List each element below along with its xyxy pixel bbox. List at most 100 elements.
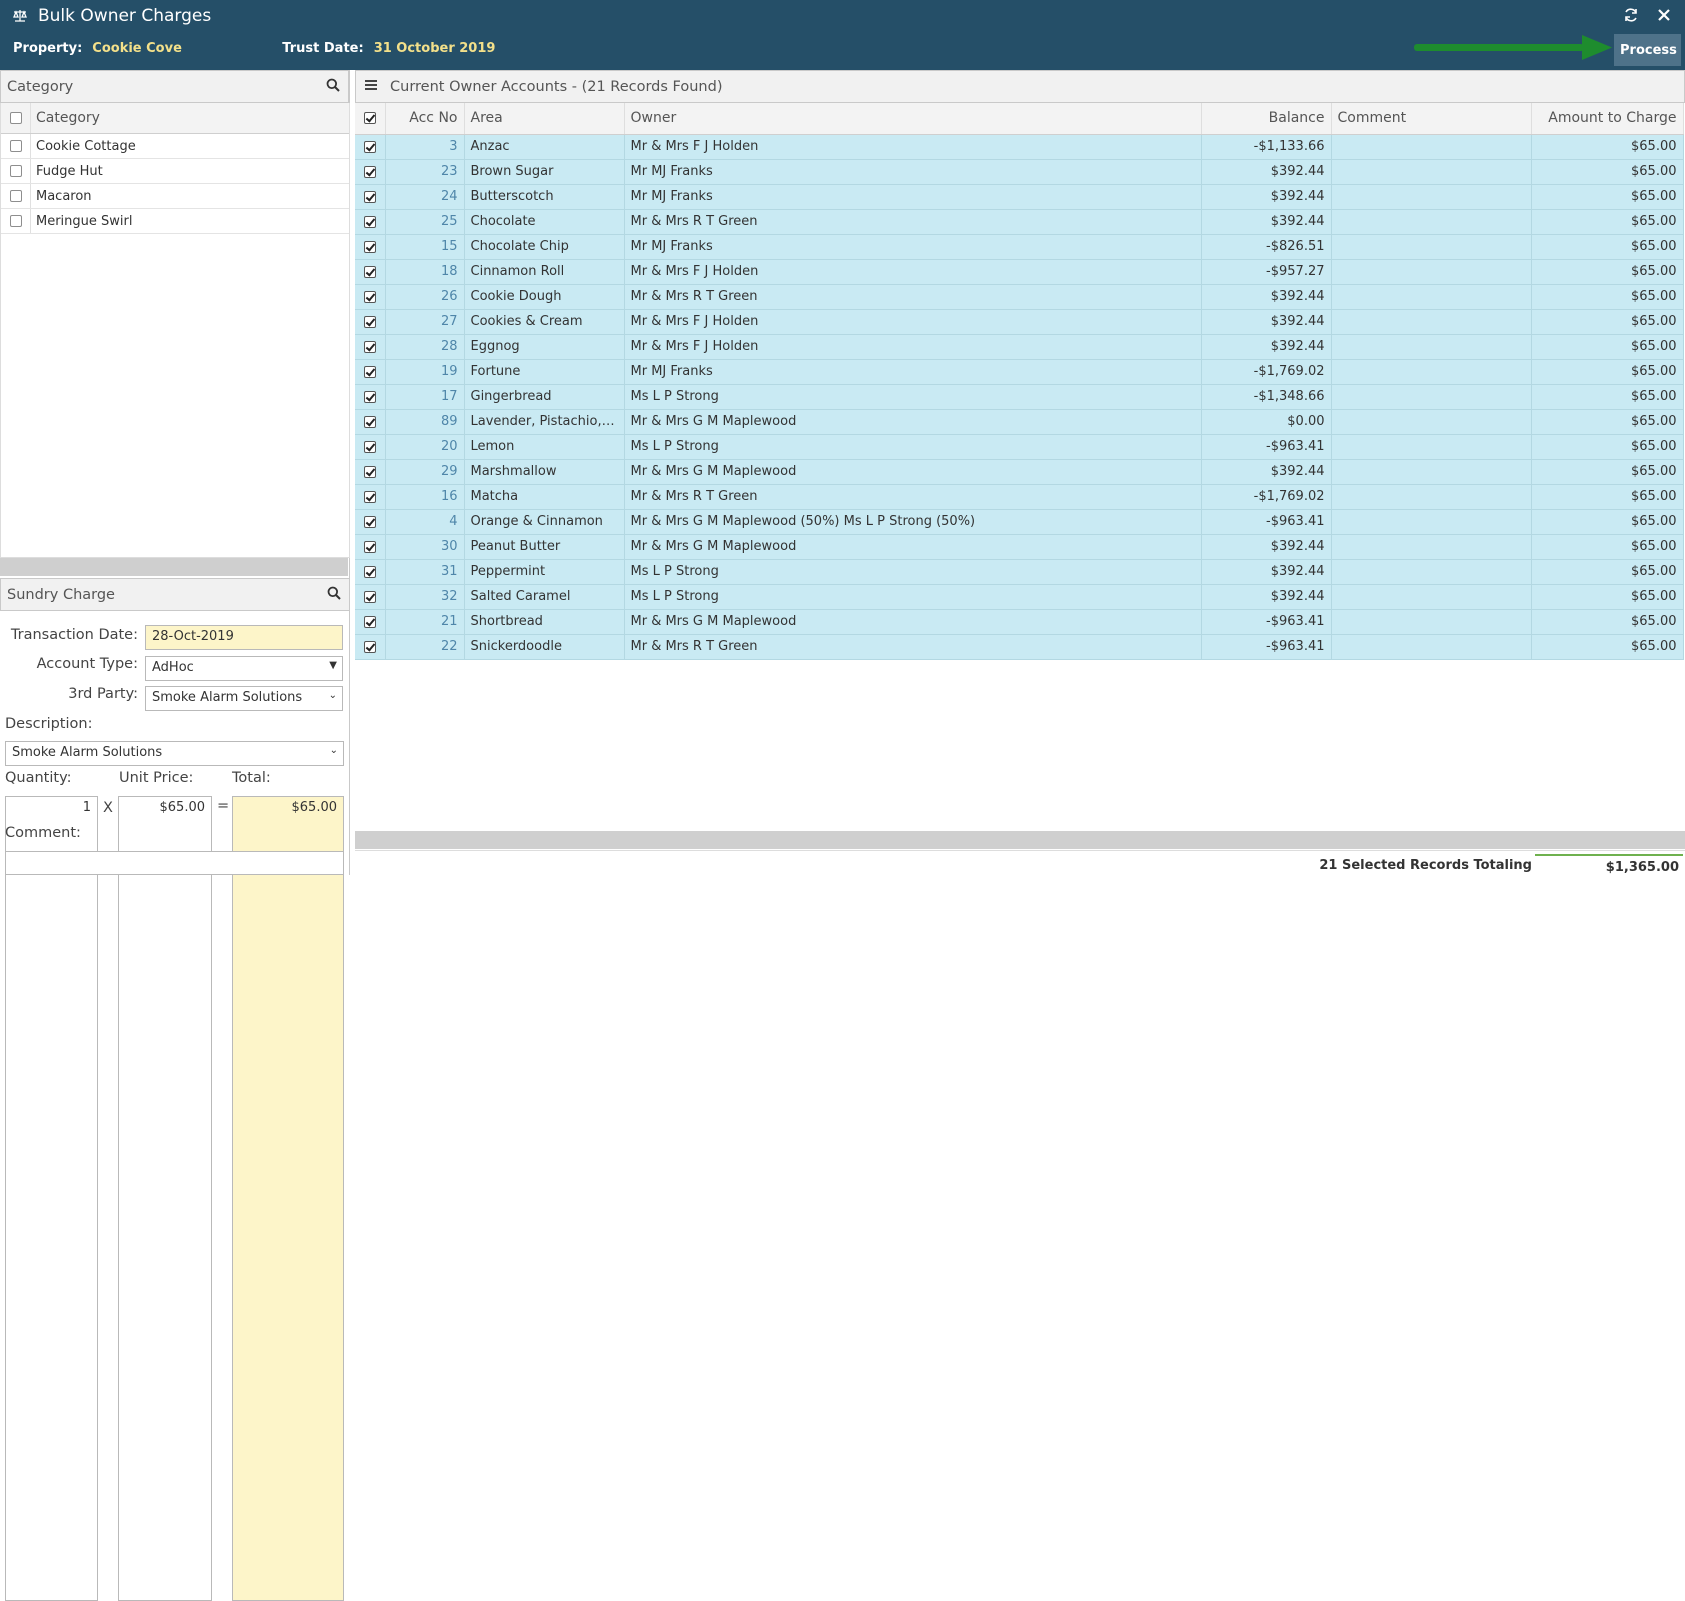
amount-cell[interactable]: $65.00 <box>1531 384 1684 410</box>
amount-cell[interactable]: $65.00 <box>1531 359 1684 385</box>
column-header-owner[interactable]: Owner <box>624 103 1202 135</box>
amount-cell[interactable]: $65.00 <box>1531 334 1684 360</box>
menu-icon[interactable] <box>364 79 378 95</box>
table-row[interactable]: 15 Chocolate Chip Mr MJ Franks -$826.51 $65.… <box>355 234 1684 260</box>
comment-cell[interactable] <box>1331 384 1532 410</box>
select-all-categories-checkbox[interactable] <box>9 112 22 124</box>
close-icon[interactable] <box>1657 8 1671 26</box>
table-row[interactable]: 29 Marshmallow Mr & Mrs G M Maplewood $392.… <box>355 459 1684 485</box>
comment-cell[interactable] <box>1331 309 1532 335</box>
row-checkbox[interactable] <box>363 590 376 603</box>
category-row[interactable]: Macaron <box>1 184 349 209</box>
amount-cell[interactable]: $65.00 <box>1531 259 1684 285</box>
column-header-amount[interactable]: Amount to Charge <box>1531 103 1684 135</box>
table-row[interactable]: 16 Matcha Mr & Mrs R T Green -$1,769.02 $65.… <box>355 484 1684 510</box>
amount-cell[interactable]: $65.00 <box>1531 309 1684 335</box>
category-scrollbar[interactable] <box>0 558 348 576</box>
table-row[interactable]: 22 Snickerdoodle Mr & Mrs R T Green -$963.4… <box>355 634 1684 660</box>
table-row[interactable]: 25 Chocolate Mr & Mrs R T Green $392.44 $65.… <box>355 209 1684 235</box>
row-checkbox[interactable] <box>363 515 376 528</box>
transaction-date-field[interactable]: 28-Oct-2019 <box>145 625 343 650</box>
row-checkbox[interactable] <box>363 290 376 303</box>
row-checkbox[interactable] <box>363 365 376 378</box>
comment-cell[interactable] <box>1331 534 1532 560</box>
search-icon[interactable] <box>326 78 340 96</box>
amount-cell[interactable]: $65.00 <box>1531 484 1684 510</box>
row-checkbox[interactable] <box>363 215 376 228</box>
comment-cell[interactable] <box>1331 209 1532 235</box>
table-row[interactable]: 20 Lemon Ms L P Strong -$963.41 $65.00 <box>355 434 1684 460</box>
table-row[interactable]: 28 Eggnog Mr & Mrs F J Holden $392.44 $65.00 <box>355 334 1684 360</box>
table-row[interactable]: 30 Peanut Butter Mr & Mrs G M Maplewood $39… <box>355 534 1684 560</box>
row-checkbox[interactable] <box>363 615 376 628</box>
search-icon[interactable] <box>327 586 341 604</box>
category-checkbox[interactable] <box>9 215 22 227</box>
table-row[interactable]: 24 Butterscotch Mr MJ Franks $392.44 $65.00 <box>355 184 1684 210</box>
comment-cell[interactable] <box>1331 634 1532 660</box>
table-row[interactable]: 21 Shortbread Mr & Mrs G M Maplewood -$963.… <box>355 609 1684 635</box>
comment-cell[interactable] <box>1331 284 1532 310</box>
table-row[interactable]: 26 Cookie Dough Mr & Mrs R T Green $392.44 $… <box>355 284 1684 310</box>
amount-cell[interactable]: $65.00 <box>1531 634 1684 660</box>
comment-field[interactable] <box>5 851 344 875</box>
refresh-icon[interactable] <box>1623 7 1639 27</box>
amount-cell[interactable]: $65.00 <box>1531 509 1684 535</box>
amount-cell[interactable]: $65.00 <box>1531 234 1684 260</box>
category-checkbox[interactable] <box>9 165 22 177</box>
category-row[interactable]: Meringue Swirl <box>1 209 349 234</box>
amount-cell[interactable]: $65.00 <box>1531 584 1684 610</box>
amount-cell[interactable]: $65.00 <box>1531 459 1684 485</box>
comment-cell[interactable] <box>1331 459 1532 485</box>
row-checkbox[interactable] <box>363 465 376 478</box>
process-button[interactable]: Process <box>1614 34 1681 66</box>
amount-cell[interactable]: $65.00 <box>1531 409 1684 435</box>
category-row[interactable]: Cookie Cottage <box>1 134 349 159</box>
amount-cell[interactable]: $65.00 <box>1531 434 1684 460</box>
table-row[interactable]: 23 Brown Sugar Mr MJ Franks $392.44 $65.00 <box>355 159 1684 185</box>
comment-cell[interactable] <box>1331 184 1532 210</box>
row-checkbox[interactable] <box>363 190 376 203</box>
column-header-acc-no[interactable]: Acc No <box>385 103 465 135</box>
account-type-select[interactable]: AdHoc ▼ <box>145 656 343 681</box>
amount-cell[interactable]: $65.00 <box>1531 184 1684 210</box>
amount-cell[interactable]: $65.00 <box>1531 534 1684 560</box>
amount-cell[interactable]: $65.00 <box>1531 134 1684 160</box>
column-header-comment[interactable]: Comment <box>1331 103 1532 135</box>
comment-cell[interactable] <box>1331 509 1532 535</box>
row-checkbox[interactable] <box>363 265 376 278</box>
third-party-select[interactable]: Smoke Alarm Solutions ⌄ <box>145 686 343 711</box>
comment-cell[interactable] <box>1331 359 1532 385</box>
row-checkbox[interactable] <box>363 390 376 403</box>
table-row[interactable]: 89 Lavender, Pistachio, Pu... Mr & Mrs G M… <box>355 409 1684 435</box>
comment-cell[interactable] <box>1331 159 1532 185</box>
row-checkbox[interactable] <box>363 490 376 503</box>
comment-cell[interactable] <box>1331 409 1532 435</box>
table-row[interactable]: 3 Anzac Mr & Mrs F J Holden -$1,133.66 $65.0… <box>355 134 1684 160</box>
amount-cell[interactable]: $65.00 <box>1531 284 1684 310</box>
row-checkbox[interactable] <box>363 340 376 353</box>
select-all-checkbox[interactable] <box>363 112 376 125</box>
row-checkbox[interactable] <box>363 640 376 653</box>
category-checkbox[interactable] <box>9 140 22 152</box>
row-checkbox[interactable] <box>363 415 376 428</box>
grid-scrollbar[interactable] <box>355 831 1685 849</box>
row-checkbox[interactable] <box>363 540 376 553</box>
table-row[interactable]: 31 Peppermint Ms L P Strong $392.44 $65.00 <box>355 559 1684 585</box>
table-row[interactable]: 17 Gingerbread Ms L P Strong -$1,348.66 $65.… <box>355 384 1684 410</box>
unit-price-field[interactable]: $65.00 <box>118 796 212 1601</box>
comment-cell[interactable] <box>1331 234 1532 260</box>
table-row[interactable]: 18 Cinnamon Roll Mr & Mrs F J Holden -$957.… <box>355 259 1684 285</box>
row-checkbox[interactable] <box>363 140 376 153</box>
comment-cell[interactable] <box>1331 334 1532 360</box>
comment-cell[interactable] <box>1331 434 1532 460</box>
row-checkbox[interactable] <box>363 440 376 453</box>
comment-cell[interactable] <box>1331 609 1532 635</box>
row-checkbox[interactable] <box>363 565 376 578</box>
quantity-field[interactable]: 1 <box>5 796 98 1601</box>
category-row[interactable]: Fudge Hut <box>1 159 349 184</box>
row-checkbox[interactable] <box>363 240 376 253</box>
column-header-balance[interactable]: Balance <box>1201 103 1332 135</box>
comment-cell[interactable] <box>1331 584 1532 610</box>
table-row[interactable]: 27 Cookies & Cream Mr & Mrs F J Holden $392… <box>355 309 1684 335</box>
comment-cell[interactable] <box>1331 484 1532 510</box>
